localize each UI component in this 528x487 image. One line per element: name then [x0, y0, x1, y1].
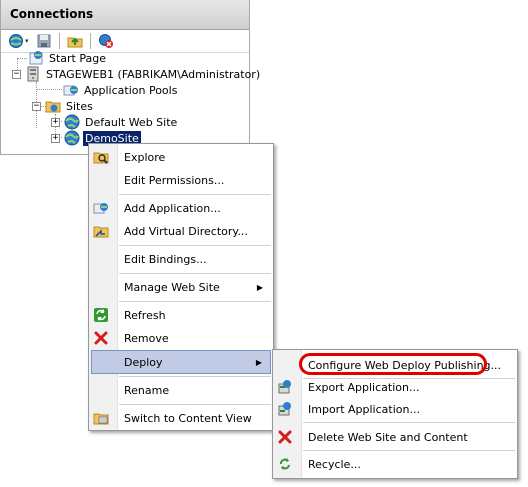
menu-item-label: Explore	[124, 150, 166, 164]
menu-separator	[119, 301, 271, 302]
menu-item-label: Refresh	[124, 308, 166, 322]
connect-globe-icon[interactable]	[7, 32, 25, 50]
tree-item-label: Application Pools	[84, 83, 178, 97]
menu-item-label: Export Application...	[308, 380, 420, 394]
menu-item-label: Remove	[124, 331, 169, 345]
submenu-arrow-icon: ▶	[255, 357, 262, 367]
menu-item-edit-permissions[interactable]: Edit Permissions...	[91, 168, 271, 192]
recycle-icon	[277, 456, 293, 472]
menu-item-label: Import Application...	[308, 402, 420, 416]
highlight-callout-ring	[299, 353, 487, 375]
collapse-icon[interactable]: −	[12, 69, 21, 79]
menu-separator	[119, 194, 271, 195]
tree-item-label: Default Web Site	[85, 115, 178, 129]
save-icon[interactable]	[35, 32, 53, 50]
sites-folder-icon	[45, 98, 61, 114]
tree-item-server[interactable]: − STAGEWEB1 (FABRIKAM\Administrator)	[12, 66, 262, 82]
menu-item-explore[interactable]: Explore	[91, 145, 271, 169]
add-application-icon	[93, 200, 109, 216]
tree-item-label: Sites	[66, 99, 93, 113]
menu-item-label: Add Virtual Directory...	[124, 224, 248, 238]
start-page-icon	[28, 50, 44, 66]
remove-x-icon	[93, 330, 109, 346]
refresh-icon	[93, 307, 109, 323]
application-pools-icon	[63, 82, 79, 98]
menu-item-label: Manage Web Site	[124, 280, 220, 294]
site-context-menu: Explore Edit Permissions... Add Applicat…	[88, 143, 274, 431]
menu-separator	[303, 450, 515, 451]
tree-item-application-pools[interactable]: Application Pools	[63, 82, 179, 98]
menu-separator	[119, 404, 271, 405]
menu-item-label: Add Application...	[124, 201, 221, 215]
delete-x-icon	[277, 429, 293, 445]
menu-item-delete-web-site-and-content[interactable]: Delete Web Site and Content	[275, 425, 515, 449]
menu-item-label: Edit Bindings...	[124, 252, 207, 266]
export-icon	[277, 379, 293, 395]
tree-item-start-page[interactable]: Start Page	[28, 50, 108, 66]
collapse-icon[interactable]: −	[32, 101, 41, 111]
tree-item-sites[interactable]: − Sites	[32, 98, 95, 114]
menu-item-label: Rename	[124, 383, 170, 397]
virtual-directory-icon	[93, 223, 109, 239]
globe-icon	[64, 114, 80, 130]
tree-item-default-web-site[interactable]: + Default Web Site	[51, 114, 179, 130]
menu-item-refresh[interactable]: Refresh	[91, 303, 271, 327]
menu-item-edit-bindings[interactable]: Edit Bindings...	[91, 247, 271, 271]
tree-item-label: STAGEWEB1 (FABRIKAM\Administrator)	[46, 67, 261, 81]
explore-icon	[93, 149, 109, 165]
menu-item-label: Edit Permissions...	[124, 173, 225, 187]
up-folder-icon[interactable]	[66, 32, 84, 50]
menu-separator	[303, 422, 515, 423]
submenu-arrow-icon: ▶	[256, 282, 263, 292]
server-icon	[25, 66, 41, 82]
menu-item-label: Delete Web Site and Content	[308, 430, 468, 444]
menu-item-import-application[interactable]: Import Application...	[275, 397, 515, 421]
connect-dropdown-arrow[interactable]: ▾	[25, 37, 29, 45]
globe-icon	[64, 130, 80, 146]
menu-item-manage-web-site[interactable]: Manage Web Site ▶	[91, 275, 271, 299]
menu-item-label: Deploy	[124, 355, 163, 369]
menu-separator	[119, 273, 271, 274]
menu-item-label: Switch to Content View	[124, 411, 252, 425]
menu-item-add-application[interactable]: Add Application...	[91, 196, 271, 220]
menu-item-remove[interactable]: Remove	[91, 326, 271, 350]
menu-item-recycle[interactable]: Recycle...	[275, 452, 515, 476]
expand-icon[interactable]: +	[51, 133, 60, 143]
menu-item-rename[interactable]: Rename	[91, 378, 271, 402]
menu-separator	[119, 376, 271, 377]
menu-item-deploy[interactable]: Deploy ▶	[91, 350, 271, 374]
tree-item-label: Start Page	[49, 51, 106, 65]
menu-separator	[119, 245, 271, 246]
toolbar-separator	[89, 33, 91, 49]
menu-item-add-virtual-directory[interactable]: Add Virtual Directory...	[91, 219, 271, 243]
content-view-icon	[93, 410, 109, 426]
menu-item-export-application[interactable]: Export Application...	[275, 375, 515, 399]
menu-item-label: Recycle...	[308, 457, 361, 471]
menu-item-switch-to-content-view[interactable]: Switch to Content View	[91, 406, 271, 430]
toolbar-separator	[58, 33, 60, 49]
connections-panel-title: Connections	[1, 0, 249, 30]
disconnect-icon[interactable]	[97, 32, 115, 50]
import-icon	[277, 401, 293, 417]
expand-icon[interactable]: +	[51, 117, 60, 127]
